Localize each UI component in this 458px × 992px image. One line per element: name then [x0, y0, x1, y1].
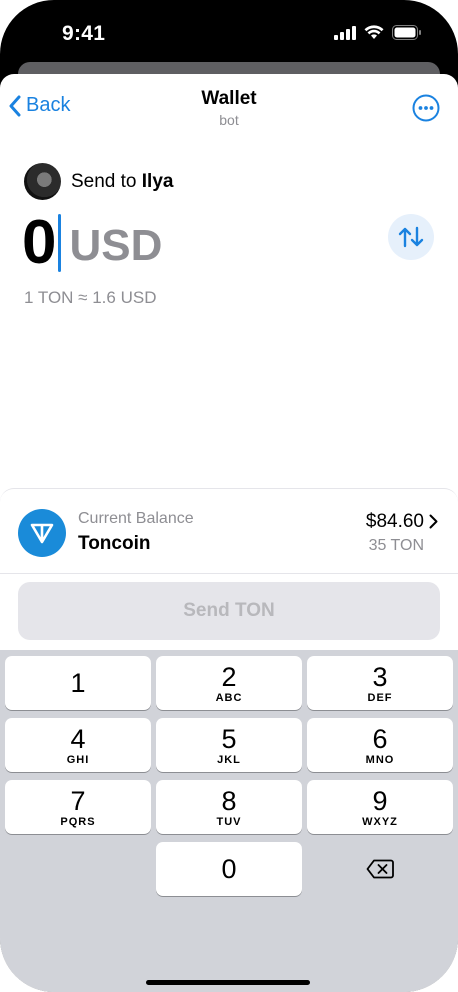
key-2[interactable]: 2 ABC — [156, 656, 302, 710]
key-7[interactable]: 7 PQRS — [5, 780, 151, 834]
key-digit: 1 — [70, 668, 86, 698]
balance-card[interactable]: Current Balance Toncoin $84.60 35 TON — [0, 488, 458, 574]
key-digit: 2 — [221, 662, 237, 692]
key-0[interactable]: 0 — [156, 842, 302, 896]
send-to-prefix: Send to — [71, 170, 137, 192]
key-3[interactable]: 3 DEF — [307, 656, 453, 710]
numeric-keypad: 1 2 ABC 3 DEF 4 GHI 5 JKL 6 MNO 7 PQRS 8 TUV 9W… — [0, 650, 458, 992]
key-digit: 9 — [372, 786, 388, 816]
key-4[interactable]: 4 GHI — [5, 718, 151, 772]
key-letters: ABC — [215, 692, 243, 704]
signal-icon — [334, 25, 356, 40]
key-digit: 0 — [221, 854, 237, 884]
toncoin-icon — [18, 509, 66, 557]
key-letters: MNO — [365, 754, 395, 766]
balance-usd: $84.60 — [365, 511, 424, 532]
key-digit: 3 — [372, 662, 388, 692]
key-letters: TUV — [216, 816, 242, 828]
page-title: Wallet — [201, 88, 257, 109]
key-letters: GHI — [66, 754, 90, 766]
send-ton-button[interactable]: Send TON — [18, 582, 440, 640]
key-digit: 6 — [372, 724, 388, 754]
key-digit: 5 — [221, 724, 237, 754]
key-letters: WXYZ — [362, 816, 398, 828]
delete-key[interactable] — [307, 842, 453, 896]
key-letters: DEF — [367, 692, 393, 704]
key-letters: PQRS — [60, 816, 96, 828]
home-indicator — [146, 980, 310, 985]
wallet-sheet: Back Wallet bot Send to Ilya 0 USD 1 TON… — [0, 74, 458, 992]
key-letters: JKL — [217, 754, 241, 766]
key-9[interactable]: 9 WXYZ — [307, 780, 453, 834]
chevron-right-icon — [429, 514, 438, 529]
text-cursor — [58, 214, 62, 272]
balance-label: Current Balance — [78, 510, 194, 527]
key-digit: 7 — [70, 786, 86, 816]
more-options-icon[interactable] — [412, 94, 440, 122]
phone-screen: 9:41 Back Wallet bot Send to Ilya 0 USD … — [0, 0, 458, 992]
navigation-bar: Back Wallet bot — [0, 74, 458, 134]
key-digit: 8 — [221, 786, 237, 816]
recipient-row: Send to Ilya — [24, 163, 173, 200]
exchange-rate: 1 TON ≈ 1.6 USD — [24, 288, 157, 307]
status-time: 9:41 — [62, 22, 106, 45]
page-subtitle: bot — [219, 112, 239, 128]
status-icons — [334, 25, 422, 40]
amount-value: 0 — [22, 208, 57, 277]
swap-currency-button[interactable] — [388, 214, 434, 260]
balance-ton: 35 TON — [368, 537, 424, 554]
wifi-icon — [364, 25, 384, 39]
swap-arrows-icon — [398, 226, 424, 248]
amount-input[interactable]: 0 USD — [22, 208, 162, 278]
backspace-icon — [366, 859, 394, 879]
key-8[interactable]: 8 TUV — [156, 780, 302, 834]
avatar — [24, 163, 61, 200]
key-6[interactable]: 6 MNO — [307, 718, 453, 772]
key-5[interactable]: 5 JKL — [156, 718, 302, 772]
send-to-text: Send to Ilya — [71, 171, 173, 193]
token-name: Toncoin — [78, 533, 151, 554]
recipient-name: Ilya — [141, 170, 174, 192]
battery-icon — [392, 25, 421, 40]
key-digit: 4 — [70, 724, 86, 754]
key-1[interactable]: 1 — [5, 656, 151, 710]
amount-currency: USD — [69, 221, 163, 270]
